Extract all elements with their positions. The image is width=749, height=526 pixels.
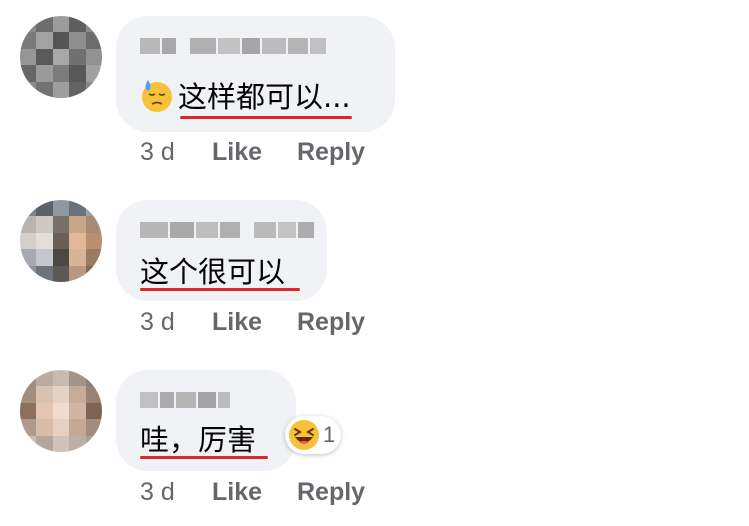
reaction-count: 1	[323, 422, 336, 447]
comment-text: 这样都可以...	[140, 79, 351, 115]
avatar[interactable]	[20, 200, 102, 282]
reply-button[interactable]: Reply	[297, 308, 365, 337]
blurred-author-name[interactable]	[140, 392, 230, 408]
reply-button[interactable]: Reply	[297, 138, 365, 167]
comment-bubble: 哇，厉害	[116, 370, 296, 471]
like-button[interactable]: Like	[212, 478, 262, 507]
comment-bubble: 这个很可以	[116, 200, 327, 301]
comment-text: 这个很可以	[140, 255, 286, 289]
blurred-author-name[interactable]	[140, 38, 326, 54]
avatar[interactable]	[20, 370, 102, 452]
downcast-sweat-face-emoji	[140, 79, 174, 113]
comment-text-content: 这样都可以...	[178, 80, 351, 114]
comment-timestamp[interactable]: 3 d	[140, 478, 175, 507]
blurred-author-name[interactable]	[140, 222, 314, 238]
avatar[interactable]	[20, 16, 102, 98]
comment-3: 哇，厉害 1 3 d Like Reply	[0, 350, 749, 526]
reply-button[interactable]: Reply	[297, 478, 365, 507]
red-underline	[180, 116, 352, 119]
comment-text: 哇，厉害	[140, 423, 257, 457]
comment-timestamp[interactable]: 3 d	[140, 308, 175, 337]
like-button[interactable]: Like	[212, 308, 262, 337]
comment-bubble: 这样都可以...	[116, 16, 395, 132]
comment-2: 这个很可以 3 d Like Reply	[0, 180, 749, 350]
comment-1: 这样都可以... 3 d Like Reply	[0, 0, 749, 170]
red-underline	[140, 456, 268, 459]
haha-reaction-icon	[288, 419, 320, 451]
red-underline	[140, 288, 300, 291]
like-button[interactable]: Like	[212, 138, 262, 167]
comment-timestamp[interactable]: 3 d	[140, 138, 175, 167]
reaction-badge[interactable]: 1	[285, 416, 342, 454]
